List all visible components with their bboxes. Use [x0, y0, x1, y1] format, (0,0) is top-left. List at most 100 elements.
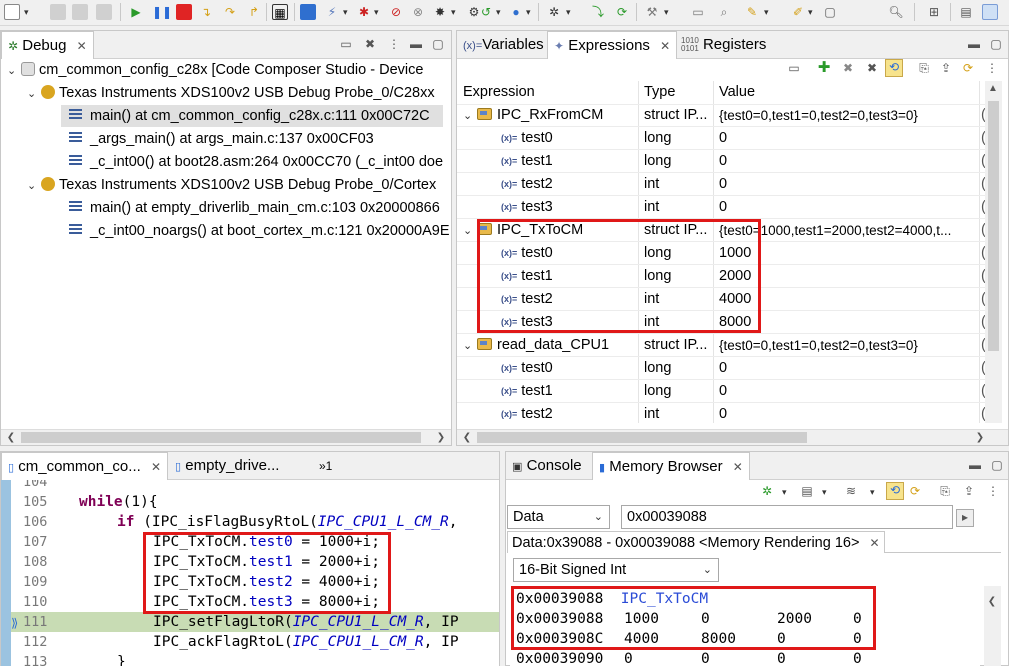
expression-value[interactable]: 2000 [719, 265, 977, 288]
step-return-icon[interactable]: ↱ [246, 4, 262, 20]
debug-perspective-active-icon[interactable] [982, 4, 998, 20]
column-header-value[interactable]: Value [719, 81, 755, 104]
memory-cell[interactable]: 0 [701, 649, 710, 666]
tab-memory-browser[interactable]: ▮ Memory Browser ✕ [592, 452, 750, 480]
scroll-up-icon[interactable]: ❮ [984, 594, 1000, 610]
scroll-right-icon[interactable]: ❯ [972, 430, 988, 446]
memory-cell[interactable]: 1000 [624, 609, 659, 629]
window-icon[interactable]: ▢ [822, 4, 838, 20]
column-header-expression[interactable]: Expression [463, 81, 535, 104]
scroll-thumb[interactable] [21, 432, 421, 443]
expression-value[interactable]: 0 [719, 127, 977, 150]
close-icon[interactable]: ✕ [151, 460, 161, 474]
chevron-down-icon[interactable]: ▾ [822, 484, 827, 500]
expression-value[interactable]: 8000 [719, 311, 977, 334]
memory-vscrollbar[interactable]: ❮ [984, 586, 1001, 666]
code-area[interactable]: 104 105 while(1){ 106 if (IPC_isFlagBusyRt… [11, 480, 499, 666]
expression-row-field[interactable]: (x)=test2int0( [457, 403, 985, 423]
remove-breakpoint-icon[interactable]: ⊘ [388, 4, 404, 20]
tab-overflow[interactable]: »1 [313, 452, 338, 480]
export-icon[interactable]: ⎘ [917, 61, 931, 75]
continuous-refresh-icon[interactable]: ⟲ [886, 482, 904, 500]
expression-value[interactable]: {test0=0,test1=0,test2=0,test3=0} [719, 334, 977, 357]
save-icon[interactable] [50, 4, 66, 20]
scroll-left-icon[interactable]: ❮ [459, 430, 475, 446]
memory-cell[interactable]: 0 [701, 609, 710, 629]
chevron-down-icon[interactable]: ▾ [782, 484, 787, 500]
expression-value[interactable]: 0 [719, 357, 977, 380]
minimize-view-icon[interactable]: ▬ [967, 37, 981, 51]
scroll-thumb[interactable] [988, 101, 999, 351]
scroll-thumb[interactable] [477, 432, 807, 443]
chevron-down-icon[interactable]: ⌄ [27, 175, 41, 197]
tree-item-project[interactable]: ⌄ cm_common_config_c28x [Code Composer St… [7, 59, 423, 81]
expression-value[interactable]: 0 [719, 380, 977, 403]
view-menu-icon[interactable]: ⋮ [387, 37, 401, 51]
close-icon[interactable]: ✕ [869, 536, 879, 550]
go-address-icon[interactable]: ▸ [956, 509, 974, 527]
step-into-icon[interactable]: ↴ [198, 4, 214, 20]
close-icon[interactable]: ✕ [733, 460, 743, 474]
chevron-down-icon[interactable]: ⌄ [463, 335, 477, 357]
chevron-down-icon[interactable]: ⌄ [7, 60, 21, 82]
remove-terminated-icon[interactable]: ✖ [363, 37, 377, 51]
expression-row-field[interactable]: (x)=test0long0( [457, 357, 985, 380]
refresh-icon[interactable]: ⟳ [614, 4, 630, 20]
memory-space-select[interactable]: Data ⌄ [507, 505, 610, 529]
tab-rendering[interactable]: Data:0x39088 - 0x00039088 <Memory Render… [507, 531, 885, 553]
memory-cell[interactable]: 4000 [624, 629, 659, 649]
tab-console[interactable]: ▣ Console [506, 452, 588, 480]
memory-cell[interactable]: 8000 [701, 629, 736, 649]
chevron-down-icon[interactable]: ▾ [808, 4, 813, 20]
chevron-down-icon[interactable]: ⌄ [463, 220, 477, 242]
tree-item-probe-cortex[interactable]: ⌄ Texas Instruments XDS100v2 USB Debug Pr… [27, 174, 436, 196]
add-expression-icon[interactable]: ✚ [817, 60, 831, 75]
tree-item-frame[interactable]: main() at empty_driverlib_main_cm.c:103 … [69, 197, 440, 219]
expressions-vscrollbar[interactable]: ▲ [985, 81, 1002, 423]
tree-item-frame[interactable]: _args_main() at args_main.c:137 0x00CF03 [69, 128, 374, 150]
minimize-view-icon[interactable]: ▬ [409, 37, 423, 51]
chevron-down-icon[interactable]: ⌄ [27, 83, 41, 105]
expression-row-field[interactable]: (x)=test2int0( [457, 173, 985, 196]
tab-registers[interactable]: 1010 0101 Registers [675, 31, 772, 59]
expression-row-field[interactable]: (x)=test3int0( [457, 196, 985, 219]
tab-expressions[interactable]: ✦ Expressions ✕ [547, 31, 678, 59]
memory-cell[interactable]: 2000 [777, 609, 812, 629]
open-perspective-icon[interactable]: ⊞ [926, 4, 942, 20]
expression-value[interactable]: {test0=0,test1=0,test2=0,test3=0} [719, 104, 977, 127]
connect-icon[interactable]: ⚡ [324, 4, 340, 20]
expressions-hscrollbar[interactable]: ❮ ❯ [457, 429, 1008, 445]
new-file-icon[interactable] [4, 4, 20, 20]
scroll-right-icon[interactable]: ❯ [433, 430, 449, 446]
suspend-icon[interactable]: ❚❚ [152, 4, 172, 20]
memory-cell[interactable]: 0 [777, 649, 786, 666]
step-over-icon[interactable]: ↷ [222, 4, 238, 20]
search-tool-icon[interactable]: ⌕ [716, 4, 732, 20]
expression-value[interactable]: 0 [719, 403, 977, 423]
hammer-icon[interactable]: ⚒ [644, 4, 660, 20]
chevron-down-icon[interactable]: ⌄ [463, 105, 477, 127]
tree-item-probe-c28x[interactable]: ⌄ Texas Instruments XDS100v2 USB Debug Pr… [27, 82, 435, 104]
expression-row-struct[interactable]: ⌄ IPC_RxFromCM struct IP... {test0=0,test1=… [457, 104, 985, 127]
tab-debug[interactable]: ✲ Debug ✕ [1, 31, 94, 59]
column-header-type[interactable]: Type [644, 81, 675, 104]
chevron-down-icon[interactable]: ▾ [664, 4, 669, 20]
chevron-down-icon[interactable]: ▾ [870, 484, 875, 500]
chevron-down-icon[interactable]: ▾ [24, 4, 29, 20]
debug-perspective-icon[interactable] [300, 4, 316, 20]
memory-cell[interactable]: 0 [624, 649, 633, 666]
breakpoint-icon[interactable]: ✱ [356, 4, 372, 20]
expression-value[interactable]: 4000 [719, 288, 977, 311]
chevron-down-icon[interactable]: ▾ [374, 4, 379, 20]
maximize-view-icon[interactable]: ▢ [990, 458, 1004, 472]
skip-breakpoints-icon[interactable]: ⊗ [410, 4, 426, 20]
memory-cell[interactable]: 0 [853, 629, 862, 649]
memory-cell[interactable]: 0 [777, 629, 786, 649]
tab-variables[interactable]: (x)=Variables [457, 31, 550, 59]
expression-value[interactable]: 0 [719, 196, 977, 219]
collapse-all-icon[interactable]: ▭ [787, 61, 801, 75]
debug-bug-icon[interactable]: ✲ [546, 4, 562, 20]
expression-row-struct[interactable]: ⌄ read_data_CPU1 struct IP... {test0=0,test… [457, 334, 985, 357]
chevron-down-icon[interactable]: ▾ [526, 4, 531, 20]
view-menu-icon[interactable]: ⋮ [985, 61, 999, 75]
